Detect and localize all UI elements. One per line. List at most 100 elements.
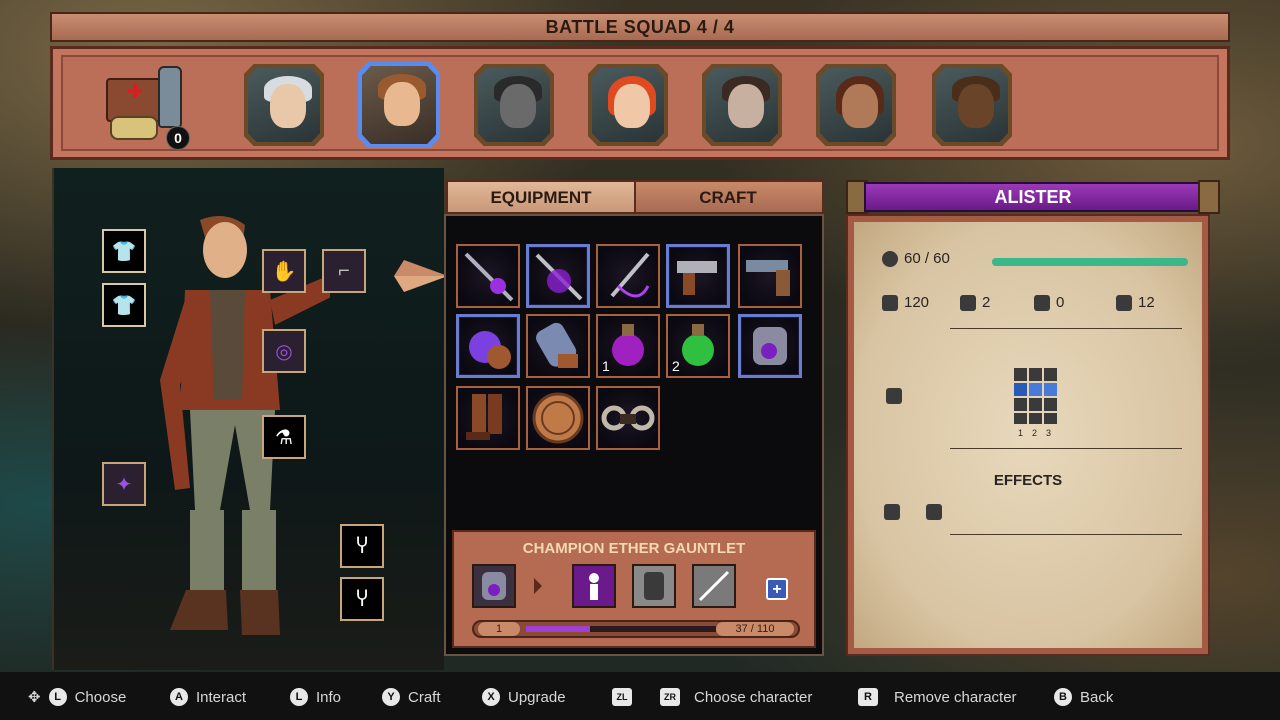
grid-label: 1 [1018, 428, 1024, 438]
xp-bar: 1 37 / 110 [472, 620, 800, 638]
armor-slot-1[interactable]: 👕 [102, 229, 146, 273]
medkit-icon[interactable]: 0 [100, 62, 190, 150]
gauntlet-icon: ✋ [271, 260, 297, 283]
rifle-icon [698, 570, 730, 602]
control-choose-character[interactable]: ZR Choose character [660, 686, 812, 708]
inventory-item-boots[interactable] [456, 386, 520, 450]
trinket-slot-1[interactable]: Ⴤ [340, 524, 384, 568]
leaf-icon [926, 504, 942, 520]
inventory-item-glass-canister[interactable] [526, 314, 590, 378]
pistol-icon [746, 260, 790, 296]
footprints-icon [1116, 294, 1132, 311]
tab-equipment[interactable]: EQUIPMENT [446, 180, 636, 214]
item-count: 2 [672, 358, 680, 374]
portrait-dreadlocks-man[interactable] [816, 64, 896, 146]
revolver-icon: ⌐ [338, 259, 350, 282]
medal-icon: Ⴤ [356, 588, 368, 611]
armor-stat: 2 [960, 294, 990, 311]
hp-stat: 60 / 60 [882, 250, 950, 267]
helmet-icon [886, 388, 902, 404]
equipped-ether-rifle[interactable]: ✦ [102, 462, 146, 506]
control-interact[interactable]: A Interact [170, 686, 246, 708]
xp-fill [526, 626, 590, 632]
equipped-gauntlet[interactable]: ✋ [262, 249, 306, 293]
inventory-item-ether-lance[interactable] [456, 244, 520, 308]
trinket-slot-2[interactable]: Ⴤ [340, 577, 384, 621]
control-info[interactable]: L Info [290, 686, 341, 708]
spear-icon [610, 252, 650, 298]
portrait-red-haired-woman[interactable] [588, 64, 668, 146]
portrait-alister[interactable] [358, 62, 440, 148]
control-remove-character[interactable]: R Remove character [858, 686, 1017, 708]
upgrade-slot-2[interactable] [632, 564, 676, 608]
inventory-item-ether-canister[interactable] [456, 314, 520, 378]
kit-count: 0 [166, 126, 190, 150]
item-name: CHAMPION ETHER GAUNTLET [522, 540, 746, 557]
resist-stat: 0 [1034, 294, 1064, 311]
boots-icon [466, 394, 502, 440]
dpad-icon: ✥ [28, 689, 41, 706]
chevron-right-icon [534, 578, 542, 594]
lance-icon [464, 252, 514, 302]
figure-aura-icon [589, 573, 599, 600]
add-upgrade-button[interactable]: + [766, 578, 788, 600]
armor-slot-2[interactable]: 👕 [102, 283, 146, 327]
character-name: ALISTER [864, 182, 1202, 212]
inventory-item-flintlock[interactable] [738, 244, 802, 308]
inventory-item-ether-spear[interactable] [596, 244, 660, 308]
revolver-icon [677, 261, 717, 295]
potion-icon: ⚗ [275, 426, 293, 449]
upgrade-slot-3[interactable] [692, 564, 736, 608]
consumable-slot[interactable]: ⚗ [262, 415, 306, 459]
attack-range-grid [1014, 368, 1058, 424]
equipped-revolver[interactable]: ⌐ [322, 249, 366, 293]
gauntlet-icon [482, 572, 506, 600]
inventory-item-green-potion[interactable]: 2 [666, 314, 730, 378]
attack-stat: 120 [882, 294, 929, 311]
rifle-icon [535, 253, 583, 301]
gauntlet-icon [753, 327, 787, 365]
tab-craft[interactable]: CRAFT [632, 180, 824, 214]
inventory-item-purple-potion[interactable]: 1 [596, 314, 660, 378]
squad-title: BATTLE SQUAD 4 / 4 [50, 12, 1230, 42]
inventory-item-revolver[interactable] [666, 244, 730, 308]
trash-icon [884, 504, 900, 520]
shield-icon [960, 294, 976, 311]
item-level: 1 [478, 622, 520, 636]
control-upgrade[interactable]: X Upgrade [482, 686, 566, 708]
inventory-item-ether-rifle[interactable] [526, 244, 590, 308]
portrait-white-haired-woman[interactable] [244, 64, 324, 146]
fist-icon [882, 294, 898, 311]
torso-icon [1034, 294, 1050, 311]
portrait-badger[interactable] [474, 64, 554, 146]
portrait-bison[interactable] [932, 64, 1012, 146]
portrait-goggles-woman[interactable] [702, 64, 782, 146]
item-count: 1 [602, 358, 610, 374]
inventory-item-champion-gauntlet[interactable] [738, 314, 802, 378]
horns-icon [601, 405, 655, 431]
control-choose[interactable]: ✥ L Choose [28, 686, 126, 708]
canister-icon [469, 331, 511, 369]
pointer-arrow-icon [394, 260, 448, 292]
hp-bar [992, 258, 1188, 266]
control-craft[interactable]: Y Craft [382, 686, 441, 708]
shirt-icon: 👕 [111, 240, 137, 263]
control-prev-character[interactable]: ZL [612, 686, 632, 708]
inventory-item-ram-horns[interactable] [596, 386, 660, 450]
effects-heading: EFFECTS [993, 472, 1063, 489]
grid-label: 3 [1046, 428, 1052, 438]
item-detail-panel: CHAMPION ETHER GAUNTLET + 1 37 / 110 [452, 530, 816, 648]
upgrade-slot-1[interactable] [572, 564, 616, 608]
canister-icon [536, 322, 578, 368]
character-name-banner: ALISTER [846, 180, 1220, 214]
item-preview [472, 564, 516, 608]
canister-icon: ◎ [275, 340, 293, 363]
inventory-item-medallion[interactable] [526, 386, 590, 450]
control-back[interactable]: B Back [1054, 686, 1113, 708]
equipped-ether-canister[interactable]: ◎ [262, 329, 306, 373]
heart-icon [882, 250, 898, 267]
character-stats-panel: 60 / 60 120 2 0 12 1 2 3 EFFECTS [846, 214, 1210, 656]
rifle-icon: ✦ [115, 473, 133, 496]
medal-icon: Ⴤ [356, 535, 368, 558]
hp-value: 60 / 60 [904, 250, 950, 267]
